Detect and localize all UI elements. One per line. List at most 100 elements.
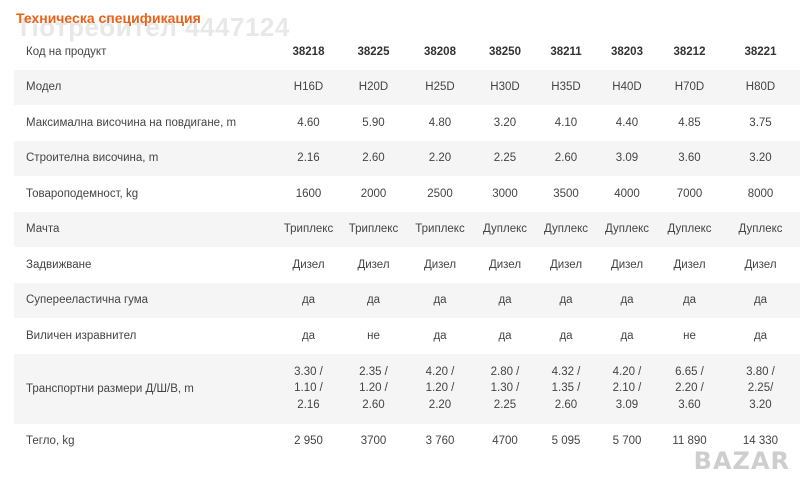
table-cell: Дизел	[292, 258, 325, 271]
row-label: Задвижване	[26, 258, 92, 271]
table-cell: Дуплекс	[482, 223, 528, 236]
table-cell: да	[620, 294, 634, 307]
table-cell-line: 2.10 /	[612, 382, 642, 395]
table-cell: 3.60	[678, 152, 701, 165]
table-cell: H30D	[490, 81, 520, 94]
table-cell: 2.60	[362, 152, 385, 165]
table-cell: Дизел	[357, 258, 390, 271]
table-cell: да	[559, 294, 573, 307]
table-cell-line: 2.80 /	[490, 365, 520, 378]
table-cell: 14 330	[742, 435, 779, 448]
table-cell: 3.75	[749, 116, 772, 129]
table-cell: 2 950	[294, 435, 323, 448]
table-cell-line: 4.20 /	[425, 365, 455, 378]
table-row: Виличен изравнител да не да да да да не да	[14, 318, 800, 354]
header-code: 38221	[744, 45, 777, 58]
table-cell: 11 890	[672, 435, 707, 448]
table-cell: 3.20	[493, 116, 517, 129]
table-cell-line: 3.30 /	[294, 365, 323, 378]
table-cell: 2.80 / 1.30 / 2.25	[474, 354, 536, 424]
table-cell: Триплекс	[283, 223, 334, 236]
table-cell: 3000	[492, 187, 518, 200]
table-cell: не	[683, 329, 696, 342]
table-cell-line: 3.09	[615, 398, 639, 411]
table-cell-line: 3.60	[678, 398, 701, 411]
table-cell: Дизел	[423, 258, 457, 271]
row-label: Мачта	[26, 223, 60, 236]
table-cell: 5.90	[362, 116, 385, 129]
table-cell: 4.20 / 2.10 / 3.09	[596, 354, 658, 424]
header-code: 38250	[489, 45, 521, 58]
header-row: Код на продукт 38218 38225 38208 38250 3…	[14, 34, 800, 70]
table-cell: 2.20	[428, 152, 452, 165]
table-cell: 4.32 / 1.35 / 2.60	[536, 354, 596, 424]
table-cell: да	[498, 294, 512, 307]
row-label: Суперееластична гума	[26, 294, 149, 307]
table-cell: да	[682, 294, 697, 307]
table-cell: Дизел	[673, 258, 706, 271]
table-cell: 2.60	[554, 152, 578, 165]
table-cell: 2000	[360, 187, 387, 200]
table-cell: Дуплекс	[667, 223, 712, 236]
table-cell-line: 2.35 /	[359, 365, 388, 378]
row-label: Максимална височина на повдигане, m	[26, 116, 237, 129]
table-cell: 2.16	[297, 152, 320, 165]
header-code: 38212	[673, 45, 706, 58]
table-cell: Дизел	[744, 258, 777, 271]
table-row: Максимална височина на повдигане, m 4.60 5…	[14, 105, 800, 141]
table-cell: да	[620, 329, 634, 342]
table-cell: 2.25	[493, 152, 517, 165]
table-row: Товароподемност, kg 1600 2000 2500 3000 3500 4…	[14, 176, 800, 212]
spec-body: Модел H16D H20D H25D H30D H35D H40D H70D H80D Мак…	[14, 69, 800, 460]
table-cell-line: 2.20	[428, 398, 452, 411]
row-label: Транспортни размери Д/Ш/В, m	[26, 382, 194, 395]
table-cell: 3 760	[425, 435, 455, 448]
row-label: Модел	[26, 81, 62, 94]
table-cell: 2500	[427, 187, 453, 200]
table-cell-line: 4.32 /	[551, 365, 581, 378]
table-cell: H16D	[293, 81, 324, 94]
table-cell-line: 3.20	[749, 398, 772, 411]
table-cell-line: 2.60	[554, 398, 578, 411]
table-cell: 5 095	[551, 435, 581, 448]
table-cell: Триплекс	[415, 223, 465, 236]
table-cell: 1600	[295, 187, 322, 200]
table-cell-line: 6.65 /	[675, 365, 704, 378]
table-cell: Дизел	[488, 258, 522, 271]
table-cell: да	[433, 294, 447, 307]
table-cell: да	[433, 329, 447, 342]
header-label: Код на продукт	[26, 45, 107, 58]
table-cell: H40D	[612, 81, 642, 94]
table-cell-line: 2.20 /	[675, 382, 704, 395]
table-cell: 4.80	[428, 116, 452, 129]
table-cell: Дуплекс	[543, 223, 589, 236]
table-cell: да	[559, 329, 573, 342]
table-row: Суперееластична гума да да да да да да да да	[14, 282, 800, 318]
table-cell: Дуплекс	[604, 223, 650, 236]
table-cell: H25D	[425, 81, 455, 94]
table-cell: 4.20 / 1.20 / 2.20	[406, 354, 474, 424]
table-cell: Дизел	[610, 258, 644, 271]
table-cell: да	[753, 294, 768, 307]
table-row: Транспортни размери Д/Ш/В, m 3.30 / 1.10 /…	[14, 353, 800, 424]
header-code: 38208	[424, 45, 456, 58]
row-label: Строителна височина, m	[26, 152, 159, 165]
table-cell-line: 2.60	[362, 398, 385, 411]
header-code: 38225	[357, 45, 390, 58]
table-row: Тегло, kg 2 950 3700 3 760 4700 5 095 5 700 11 …	[14, 424, 800, 460]
row-label: Товароподемност, kg	[26, 187, 139, 200]
table-cell: Дизел	[549, 258, 583, 271]
header-code: 38218	[292, 45, 325, 58]
table-cell-line: 1.35 /	[551, 382, 581, 395]
table-cell: да	[753, 329, 768, 342]
table-cell: 3500	[553, 187, 579, 200]
table-row: Задвижване Дизел Дизел Дизел Дизел Дизел Дизел…	[14, 247, 800, 283]
table-cell-line: 4.20 /	[612, 365, 642, 378]
row-label: Виличен изравнител	[26, 329, 137, 342]
table-cell-line: 2.25	[493, 398, 517, 411]
table-cell: 7000	[676, 187, 703, 200]
table-cell: 6.65 / 2.20 / 3.60	[658, 354, 721, 424]
header-code: 38211	[550, 45, 582, 58]
table-row: Модел H16D H20D H25D H30D H35D H40D H70D H80D	[14, 69, 800, 105]
table-cell: H80D	[745, 81, 776, 94]
